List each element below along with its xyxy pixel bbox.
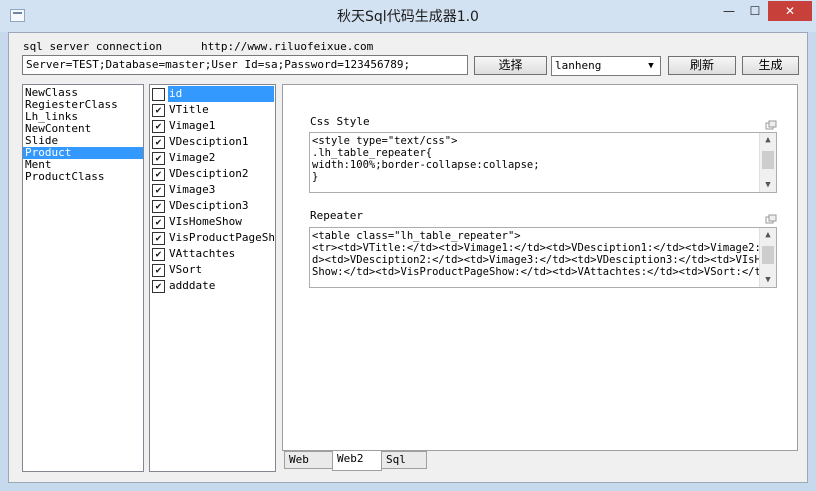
tab-web[interactable]: Web — [284, 451, 333, 469]
checkbox-checked[interactable]: ✔ — [152, 264, 165, 277]
column-name: VisProductPageShow — [169, 231, 275, 244]
generate-button[interactable]: 生成 — [742, 56, 799, 75]
minimize-button[interactable]: — — [716, 1, 742, 21]
scroll-thumb[interactable] — [762, 246, 774, 264]
scroll-up-icon[interactable]: ▲ — [760, 133, 776, 147]
checkbox-checked[interactable]: ✔ — [152, 200, 165, 213]
column-item[interactable]: ✔ VisProductPageShow — [150, 230, 275, 246]
tables-list[interactable]: NewClass RegiesterClass Lh_links NewCont… — [22, 84, 144, 472]
column-item[interactable]: ✔ Vimage1 — [150, 118, 275, 134]
database-select[interactable]: lanheng ▼ — [551, 56, 661, 76]
code-line: Show:</td><td>VisProductPageShow:</td><t… — [312, 266, 777, 278]
repeater-label: Repeater — [310, 209, 363, 222]
code-line: <tr><td>VTitle:</td><td>Vimage1:</td><td… — [312, 242, 777, 254]
copy-icon[interactable] — [765, 214, 777, 224]
scroll-down-icon[interactable]: ▼ — [760, 178, 776, 192]
column-item[interactable]: ✔ Vimage3 — [150, 182, 275, 198]
chevron-down-icon[interactable]: ▼ — [644, 58, 658, 74]
column-name: id — [168, 86, 274, 102]
columns-checklist[interactable]: id ✔ VTitle ✔ Vimage1 ✔ VDesciption1 ✔ Vimag… — [149, 84, 276, 472]
checkbox-checked[interactable]: ✔ — [152, 184, 165, 197]
css-style-label: Css Style — [310, 115, 370, 128]
column-name: VDesciption2 — [169, 167, 249, 180]
css-style-textarea[interactable]: <style type="text/css"> .lh_table_repeat… — [309, 132, 777, 193]
checkbox[interactable] — [152, 88, 165, 101]
connection-string-input[interactable]: Server=TEST;Database=master;User Id=sa;P… — [22, 55, 468, 75]
column-name: VAttachtes — [169, 247, 236, 260]
code-line: } — [312, 171, 319, 183]
checkbox-checked[interactable]: ✔ — [152, 168, 165, 181]
checkbox-checked[interactable]: ✔ — [152, 152, 165, 165]
database-select-value: lanheng — [555, 59, 602, 72]
column-item[interactable]: ✔ VDesciption2 — [150, 166, 275, 182]
repeater-textarea[interactable]: <table class="lh_table_repeater"> <tr><t… — [309, 227, 777, 288]
checkbox-checked[interactable]: ✔ — [152, 248, 165, 261]
maximize-button[interactable]: ☐ — [742, 1, 768, 21]
column-name: adddate — [169, 279, 216, 292]
column-item[interactable]: ✔ Vimage2 — [150, 150, 275, 166]
code-line: d><td>VDesciption2:</td><td>Vimage3:</td… — [312, 254, 777, 266]
scroll-thumb[interactable] — [762, 151, 774, 169]
copy-icon[interactable] — [765, 120, 777, 130]
column-name: Vimage3 — [169, 183, 216, 196]
list-item[interactable]: ProductClass — [23, 171, 143, 183]
code-line: .lh_table_repeater{ — [312, 147, 433, 159]
checkbox-checked[interactable]: ✔ — [152, 216, 165, 229]
column-item[interactable]: ✔ VTitle — [150, 102, 275, 118]
refresh-button[interactable]: 刷新 — [668, 56, 736, 75]
column-name: VSort — [169, 263, 203, 276]
checkbox-checked[interactable]: ✔ — [152, 136, 165, 149]
column-item[interactable]: ✔ VSort — [150, 262, 275, 278]
code-line: <table class="lh_table_repeater"> — [312, 230, 521, 242]
code-line: width:100%;border-collapse:collapse; — [312, 159, 540, 171]
checkbox-checked[interactable]: ✔ — [152, 120, 165, 133]
select-button[interactable]: 选择 — [474, 56, 547, 75]
scroll-down-icon[interactable]: ▼ — [760, 273, 776, 287]
website-url: http://www.riluofeixue.com — [201, 40, 374, 53]
column-name: VTitle — [169, 103, 209, 116]
scroll-up-icon[interactable]: ▲ — [760, 228, 776, 242]
checkbox-checked[interactable]: ✔ — [152, 104, 165, 117]
close-button[interactable]: ✕ — [768, 1, 812, 21]
vertical-scrollbar[interactable]: ▲ ▼ — [759, 133, 776, 192]
column-item[interactable]: ✔ VDesciption1 — [150, 134, 275, 150]
checkbox-checked[interactable]: ✔ — [152, 280, 165, 293]
column-item[interactable]: ✔ adddate — [150, 278, 275, 294]
column-item[interactable]: ✔ VDesciption3 — [150, 198, 275, 214]
window-title: 秋天Sql代码生成器1.0 — [337, 9, 479, 25]
column-item[interactable]: ✔ VIsHomeShow — [150, 214, 275, 230]
column-name: VDesciption3 — [169, 199, 249, 212]
column-name: Vimage1 — [169, 119, 216, 132]
column-name: Vimage2 — [169, 151, 216, 164]
column-name: VDesciption1 — [169, 135, 249, 148]
checkbox-checked[interactable]: ✔ — [152, 232, 165, 245]
column-item[interactable]: ✔ VAttachtes — [150, 246, 275, 262]
tab-sql[interactable]: Sql — [381, 451, 427, 469]
column-name: VIsHomeShow — [169, 215, 242, 228]
vertical-scrollbar[interactable]: ▲ ▼ — [759, 228, 776, 287]
column-item[interactable]: id — [150, 86, 275, 102]
tab-web2[interactable]: Web2 — [332, 451, 382, 471]
code-line: <style type="text/css"> — [312, 135, 458, 147]
connection-label: sql server connection — [23, 40, 163, 53]
